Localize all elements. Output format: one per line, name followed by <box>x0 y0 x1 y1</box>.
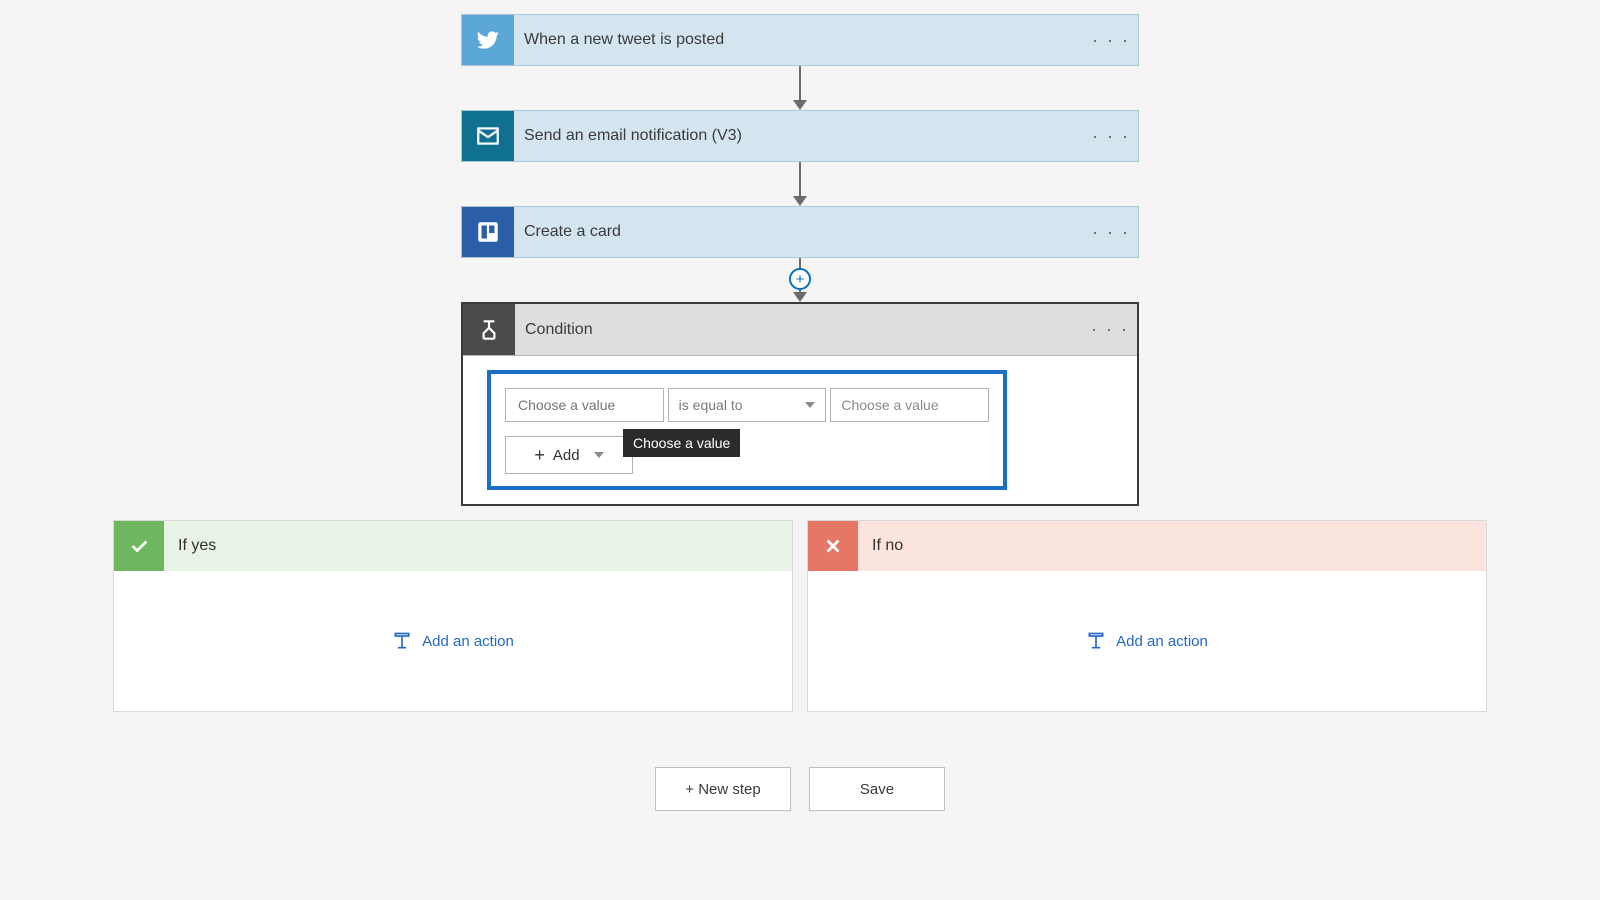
branch-no: If no Add an action <box>807 520 1487 712</box>
condition-header[interactable]: Condition · · · <box>463 304 1137 356</box>
check-icon <box>114 521 164 571</box>
footer-actions: + New step Save <box>655 767 945 811</box>
step-menu-button[interactable]: · · · <box>1092 207 1130 257</box>
add-action-label: Add an action <box>422 633 514 650</box>
step-menu-button[interactable]: · · · <box>1092 111 1130 161</box>
branch-yes-header[interactable]: If yes <box>114 521 792 571</box>
condition-operator-select[interactable]: is equal to <box>668 388 827 422</box>
insert-step-button[interactable]: + <box>789 268 811 290</box>
step-title: When a new tweet is posted <box>514 31 724 49</box>
condition-predicate-group: is equal to Choose a value + Add Choose … <box>487 370 1007 490</box>
branch-yes-title: If yes <box>164 537 216 555</box>
condition-block: Condition · · · is equal to Choose a val… <box>461 302 1139 506</box>
arrow-connector <box>793 162 807 206</box>
plus-icon: + <box>534 445 545 466</box>
arrow-connector-with-insert: + <box>793 258 807 302</box>
condition-operator-label: is equal to <box>679 397 743 413</box>
condition-value-right[interactable]: Choose a value <box>830 388 989 422</box>
step-menu-button[interactable]: · · · <box>1091 304 1129 355</box>
condition-branches: If yes Add an action If no Add an action <box>0 520 1600 712</box>
trello-icon <box>462 207 514 257</box>
chevron-down-icon <box>594 452 604 458</box>
condition-value-right-placeholder: Choose a value <box>841 397 938 413</box>
flow-canvas: When a new tweet is posted · · · Send an… <box>0 0 1600 811</box>
branch-yes: If yes Add an action <box>113 520 793 712</box>
step-twitter-trigger[interactable]: When a new tweet is posted · · · <box>461 14 1139 66</box>
step-title: Create a card <box>514 223 621 241</box>
step-send-email[interactable]: Send an email notification (V3) · · · <box>461 110 1139 162</box>
tooltip: Choose a value <box>623 429 740 457</box>
new-step-button[interactable]: + New step <box>655 767 791 811</box>
condition-title: Condition <box>515 321 593 339</box>
add-action-no[interactable]: Add an action <box>1086 631 1208 651</box>
close-icon <box>808 521 858 571</box>
arrow-connector <box>793 66 807 110</box>
save-button[interactable]: Save <box>809 767 945 811</box>
branch-no-header[interactable]: If no <box>808 521 1486 571</box>
chevron-down-icon <box>805 402 815 408</box>
add-action-label: Add an action <box>1116 633 1208 650</box>
step-create-card[interactable]: Create a card · · · <box>461 206 1139 258</box>
condition-add-button[interactable]: + Add <box>505 436 633 474</box>
step-title: Send an email notification (V3) <box>514 127 742 145</box>
add-action-icon <box>392 631 412 651</box>
branch-no-title: If no <box>858 537 903 555</box>
twitter-icon <box>462 15 514 65</box>
add-action-icon <box>1086 631 1106 651</box>
condition-add-label: Add <box>553 447 580 464</box>
add-action-yes[interactable]: Add an action <box>392 631 514 651</box>
condition-value-left[interactable] <box>505 388 664 422</box>
step-menu-button[interactable]: · · · <box>1092 15 1130 65</box>
mail-icon <box>462 111 514 161</box>
condition-value-left-input[interactable] <box>516 396 653 414</box>
condition-icon <box>463 304 515 355</box>
